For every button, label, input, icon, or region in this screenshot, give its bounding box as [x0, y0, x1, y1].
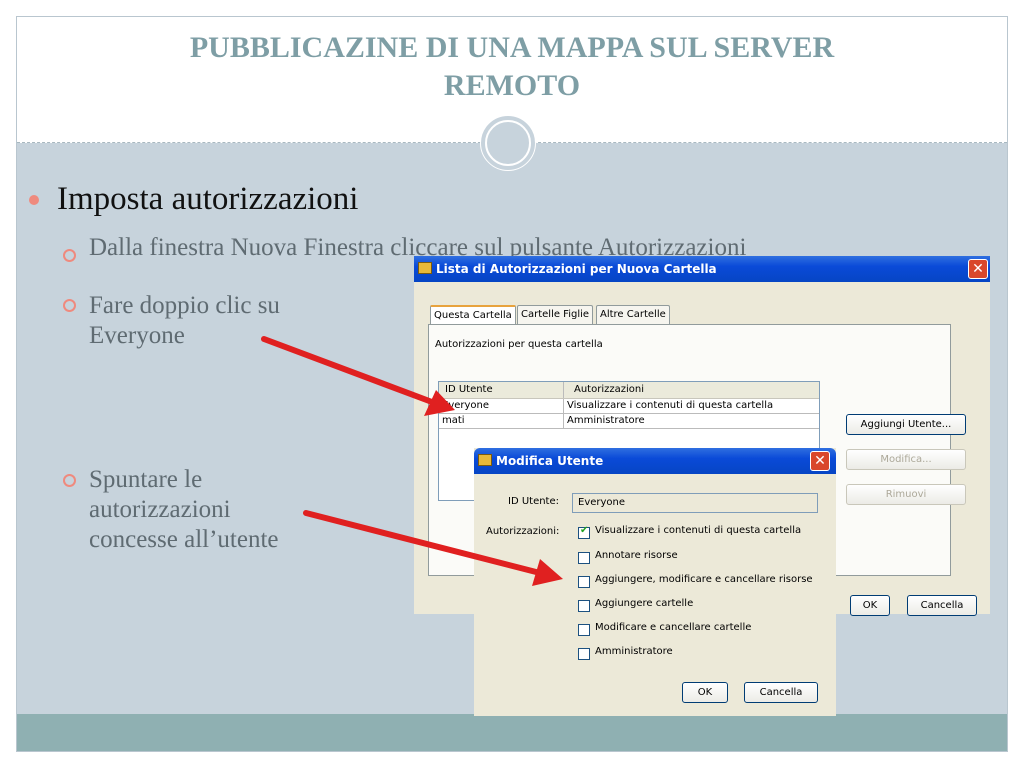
red-arrow-to-checkboxes — [303, 510, 563, 586]
annotation-arrows — [261, 336, 563, 586]
red-arrow-to-everyone — [261, 336, 455, 416]
